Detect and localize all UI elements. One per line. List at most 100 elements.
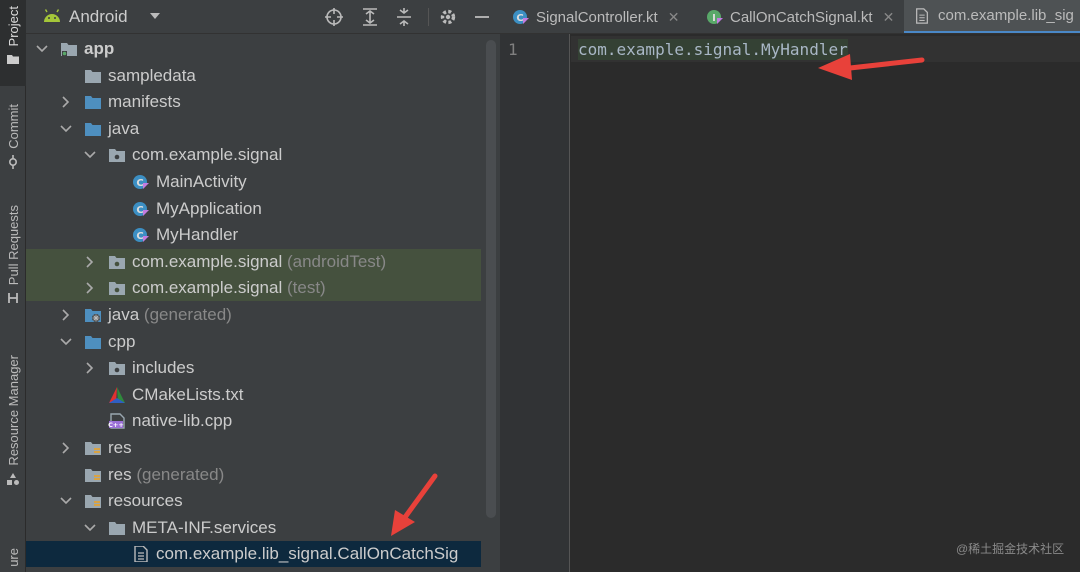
- tree-item-package-androidtest[interactable]: com.example.signal (androidTest): [26, 248, 481, 275]
- tab-call-on-catch-signal[interactable]: I CallOnCatchSignal.kt ✕: [700, 0, 902, 33]
- line-number: 1: [508, 40, 518, 59]
- tree-item-label: includes: [132, 358, 195, 378]
- folder-icon: [85, 96, 101, 110]
- kotlin-class-icon: C: [133, 201, 149, 216]
- tree-item-java-generated[interactable]: java (generated): [26, 302, 500, 328]
- project-panel-header: Android: [26, 0, 500, 34]
- tree-item-manifests[interactable]: manifests: [26, 89, 500, 115]
- chevron-down-icon[interactable]: [84, 522, 96, 534]
- tab-label: SignalController.kt: [536, 8, 658, 26]
- package-icon: [109, 255, 125, 269]
- tree-item-label: res: [108, 438, 132, 457]
- tree-item-label: native-lib.cpp: [132, 411, 233, 431]
- project-panel: Android app sampledata manifests java co…: [26, 0, 500, 572]
- chevron-down-icon[interactable]: [60, 123, 72, 135]
- commit-icon: [8, 154, 18, 169]
- kotlin-class-icon: C: [133, 175, 149, 189]
- tree-item-label: MainActivity: [156, 172, 247, 191]
- tab-service-file[interactable]: com.example.lib_sig: [904, 0, 1080, 33]
- resource-folder-icon: [85, 442, 101, 455]
- chevron-right-icon[interactable]: [84, 362, 96, 374]
- tool-tab-label: Pull Requests: [5, 205, 21, 286]
- chevron-right-icon[interactable]: [84, 282, 96, 294]
- tree-item-package-test[interactable]: com.example.signal (test): [26, 275, 481, 302]
- text-file-icon: [134, 546, 148, 563]
- resource-folder-icon: [85, 468, 101, 482]
- tree-item-app[interactable]: app: [26, 36, 500, 62]
- tree-item-label: com.example.signal (androidTest): [132, 251, 387, 271]
- tool-tab-resource-manager[interactable]: Resource Manager: [0, 355, 26, 510]
- tab-label: com.example.lib_sig: [938, 7, 1074, 24]
- tree-item-label: manifests: [108, 92, 181, 112]
- code-editor[interactable]: 1 com.example.signal.MyHandler: [500, 34, 1080, 572]
- tree-scrollbar[interactable]: [486, 40, 496, 518]
- tree-item-mainactivity[interactable]: C MainActivity: [26, 169, 500, 195]
- text-file-icon: [916, 7, 928, 24]
- chevron-right-icon[interactable]: [84, 256, 96, 268]
- crosshair-icon[interactable]: [324, 7, 344, 27]
- package-icon: [109, 149, 125, 163]
- tree-item-label: MyHandler: [156, 225, 239, 245]
- tree-item-sampledata[interactable]: sampledata: [26, 63, 500, 89]
- tree-item-cmakelists[interactable]: CMakeLists.txt: [26, 382, 500, 408]
- tab-label: CallOnCatchSignal.kt: [730, 8, 873, 26]
- cpp-file-icon: C++: [108, 413, 125, 429]
- folder-icon: [109, 521, 125, 535]
- tree-item-myapplication[interactable]: C MyApplication: [26, 196, 500, 222]
- chevron-down-icon[interactable]: [60, 336, 72, 348]
- folder-icon: [85, 122, 101, 136]
- tree-item-suffix: (test): [286, 278, 326, 298]
- expand-all-icon[interactable]: [360, 7, 380, 27]
- tool-tab-label: Resource Manager: [5, 355, 21, 466]
- chevron-down-icon[interactable]: [36, 43, 48, 55]
- tool-tab-commit[interactable]: Commit: [0, 104, 26, 184]
- collapse-all-icon[interactable]: [394, 7, 414, 27]
- tree-item-label: res (generated): [108, 464, 225, 484]
- tree-item-package[interactable]: com.example.signal: [26, 142, 500, 168]
- tree-item-service-file[interactable]: com.example.lib_signal.CallOnCatchSig: [26, 541, 481, 568]
- svg-text:I: I: [712, 13, 716, 24]
- tree-item-label: CMakeLists.txt: [132, 384, 244, 404]
- chevron-right-icon[interactable]: [60, 442, 72, 454]
- tree-item-suffix: (androidTest): [286, 251, 387, 271]
- tool-tab-pull-requests[interactable]: Pull Requests: [0, 205, 26, 327]
- package-icon: [109, 362, 125, 376]
- chevron-down-icon[interactable]: [84, 149, 96, 161]
- tree-item-suffix: (generated): [143, 305, 232, 324]
- chevron-right-icon[interactable]: [60, 96, 72, 108]
- minimize-icon[interactable]: [472, 7, 492, 27]
- tree-item-label: MyApplication: [156, 198, 262, 218]
- chevron-down-icon[interactable]: [60, 495, 72, 507]
- tree-item-label: app: [84, 39, 115, 58]
- package-icon: [109, 282, 125, 296]
- tree-item-label: META-INF.services: [132, 517, 277, 537]
- tree-item-res[interactable]: res: [26, 435, 500, 461]
- tool-tab-project[interactable]: Project: [0, 0, 26, 86]
- tree-item-label: java: [108, 118, 140, 138]
- tree-item-includes[interactable]: includes: [26, 355, 500, 381]
- tab-signal-controller[interactable]: C SignalController.kt ✕: [506, 0, 698, 33]
- chevron-right-icon[interactable]: [60, 309, 72, 321]
- project-view-selector[interactable]: Android: [69, 7, 128, 27]
- code-line[interactable]: com.example.signal.MyHandler: [578, 39, 848, 60]
- kotlin-class-icon: C: [513, 10, 529, 24]
- tool-tab-label: ure: [5, 548, 21, 567]
- tree-item-label: cpp: [108, 331, 136, 351]
- svg-text:C: C: [136, 231, 143, 242]
- chevron-down-icon[interactable]: [150, 12, 160, 20]
- tree-item-native-lib[interactable]: C++ native-lib.cpp: [26, 408, 500, 434]
- svg-text:C: C: [136, 205, 143, 216]
- tree-item-java[interactable]: java: [26, 116, 500, 142]
- folder-icon: [7, 55, 19, 65]
- tree-item-myhandler[interactable]: C MyHandler: [26, 222, 500, 248]
- close-icon[interactable]: ✕: [668, 9, 680, 26]
- tree-item-cpp[interactable]: cpp: [26, 329, 500, 355]
- generated-folder-icon: [85, 309, 101, 322]
- android-icon: [44, 9, 60, 22]
- editor-tab-bar: C SignalController.kt ✕ I CallOnCatchSig…: [500, 0, 1080, 34]
- tool-tab-structure[interactable]: ure: [0, 548, 26, 572]
- gear-icon[interactable]: [438, 7, 458, 27]
- line-gutter: 1: [500, 34, 570, 572]
- kotlin-interface-icon: I: [707, 10, 723, 24]
- close-icon[interactable]: ✕: [883, 9, 895, 26]
